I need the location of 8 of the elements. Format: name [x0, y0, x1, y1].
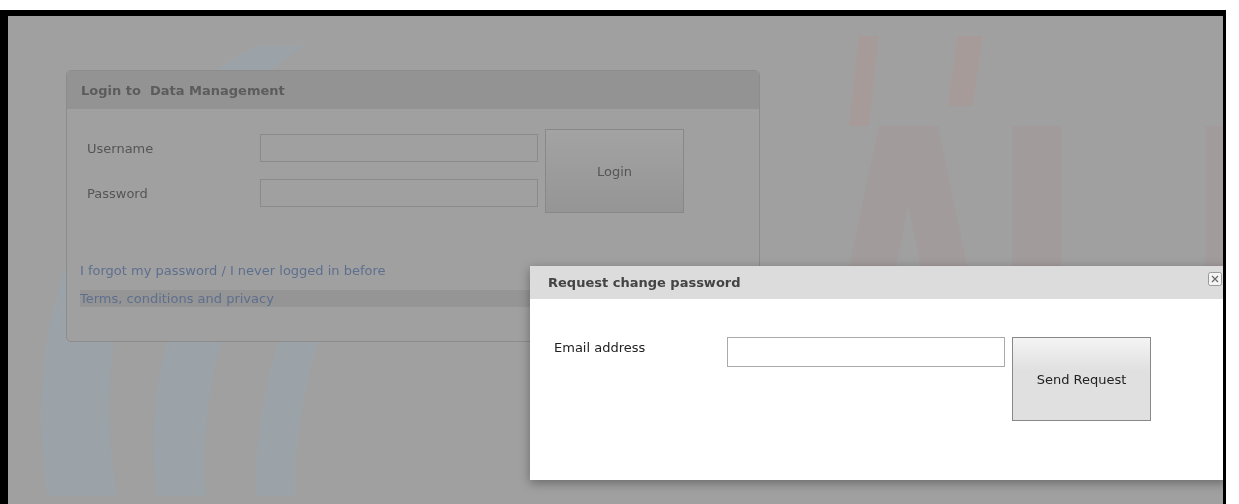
field-label: Username	[87, 140, 155, 156]
dialog-title: Request change password	[548, 275, 741, 290]
email-field[interactable]	[727, 337, 1005, 367]
field-label: Email address	[554, 339, 647, 355]
login-button[interactable]: Login	[545, 129, 684, 213]
send-request-button[interactable]: Send Request	[1012, 337, 1151, 421]
field-label: Password	[87, 185, 149, 201]
close-icon[interactable]	[1208, 272, 1222, 286]
